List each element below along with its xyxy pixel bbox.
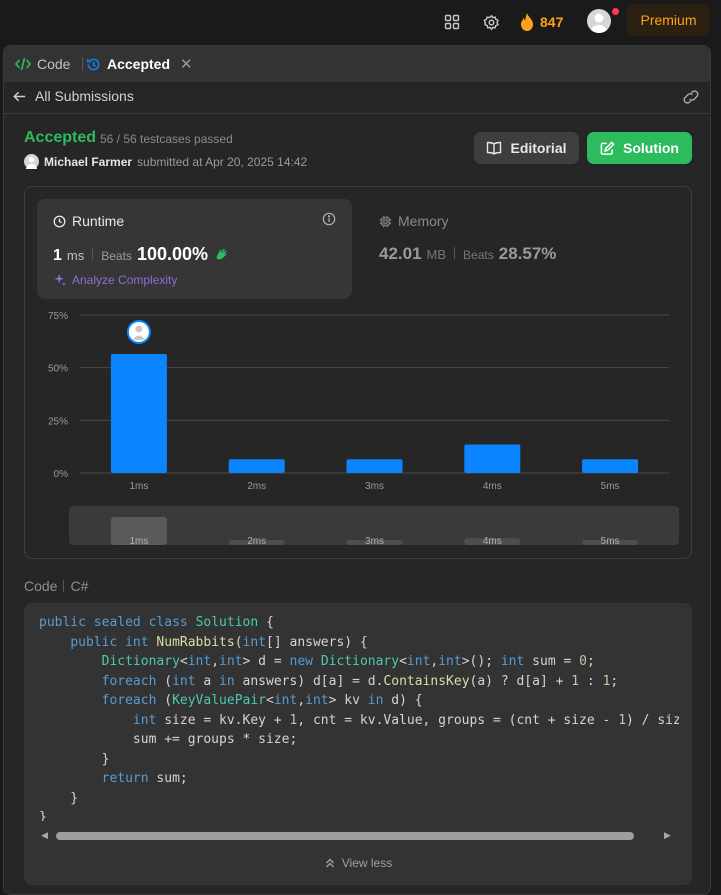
code-content[interactable]: public sealed class Solution { public in… [24,603,679,821]
chart-bar [110,353,167,473]
overview-label: 2ms [247,536,266,547]
x-tick-label: 2ms [247,481,266,492]
tab-code[interactable]: Code [15,46,70,82]
code-viewer: public sealed class Solution { public in… [24,603,692,885]
scrollbar-thumb[interactable] [56,832,634,840]
solution-label: Solution [623,140,679,156]
tab-bar: Code Accepted ✕ [4,46,710,82]
scroll-left-arrow-icon[interactable]: ◀ [41,830,48,841]
tab-accepted-label: Accepted [107,56,171,72]
analyze-complexity-label: Analyze Complexity [72,273,178,287]
editorial-label: Editorial [510,140,567,156]
streak-counter[interactable]: 847 [520,10,563,34]
history-icon [87,58,100,70]
x-tick-label: 3ms [365,481,384,492]
x-tick-label: 5ms [601,481,620,492]
scroll-right-arrow-icon[interactable]: ▶ [664,830,671,841]
code-header-label: Code [24,578,58,594]
divider [92,248,94,260]
runtime-value-row: 1 ms Beats 100.00% [53,244,229,265]
runtime-beats-value: 100.00% [136,244,208,264]
tab-divider [82,57,83,71]
overview-label: 5ms [601,536,620,547]
view-less-button[interactable]: View less [24,856,692,870]
submission-subbar: All Submissions [4,82,710,114]
code-header: Code C# [24,578,88,594]
chart-bar [582,459,639,473]
analyze-complexity-link[interactable]: Analyze Complexity [53,273,177,287]
fire-icon [521,13,533,31]
memory-title-label: Memory [398,213,449,229]
chart-bar [228,459,285,473]
view-less-label: View less [341,856,393,870]
edit-icon [600,140,615,155]
user-avatar[interactable] [587,9,611,33]
horizontal-scrollbar[interactable] [52,831,660,841]
streak-count: 847 [540,14,564,30]
overview-label: 4ms [483,536,502,547]
close-icon[interactable]: ✕ [180,55,193,73]
user-marker-head [135,325,143,333]
sparkle-icon [54,273,67,287]
top-nav: 847 Premium [0,0,721,44]
gear-icon[interactable] [480,11,502,33]
runtime-distribution-chart: 0% 25% 50% 75% 1ms 1ms 2ms 2ms 3ms 3ms 4ms 4ms 5ms 5m… [48,311,679,547]
memory-beats-value: 28.57% [498,244,557,263]
all-submissions-link[interactable]: All Submissions [12,88,134,104]
runtime-title-label: Runtime [72,213,125,229]
link-icon[interactable] [682,89,700,110]
memory-value-row: 42.01 MB Beats 28.57% [379,244,556,264]
y-tick-label: 0% [54,469,69,480]
code-language: C# [70,578,89,594]
y-tick-label: 75% [48,311,68,322]
memory-title[interactable]: Memory [379,213,449,229]
overview-label: 1ms [129,536,148,547]
stats-card: Runtime 1 ms Beats 100.00% Analyze Compl… [24,186,692,559]
submitter-name[interactable]: Michael Farmer [44,155,132,169]
y-tick-label: 25% [48,416,68,427]
code-icon [15,57,31,71]
info-icon[interactable] [322,212,336,231]
testcases-passed: 56 / 56 testcases passed [100,132,233,146]
chevrons-up-icon [325,858,334,868]
chart-bar [464,444,521,473]
submitter-avatar[interactable] [24,154,39,169]
book-open-icon [487,141,502,155]
solution-button[interactable]: Solution [587,132,692,164]
arrow-left-icon [13,91,26,101]
editorial-button[interactable]: Editorial [474,132,579,164]
submitted-at: submitted at Apr 20, 2025 14:42 [137,154,308,169]
divider [63,580,65,592]
chart-bar [346,459,403,473]
runtime-card[interactable]: Runtime 1 ms Beats 100.00% Analyze Compl… [37,199,352,299]
overview-label: 3ms [365,536,384,547]
tab-code-label: Code [37,56,71,72]
submission-panel: Code Accepted ✕ All Submissions Accepted… [3,45,711,895]
all-submissions-label: All Submissions [35,88,134,104]
runtime-unit: ms [66,248,85,263]
y-tick-label: 50% [48,364,68,375]
layout-grid-icon[interactable] [441,11,463,33]
runtime-beats-label: Beats [101,249,132,263]
memory-value: 42.01 [379,244,422,263]
x-tick-label: 4ms [483,481,502,492]
runtime-value: 1 [53,247,62,264]
memory-beats-label: Beats [463,248,494,262]
runtime-title: Runtime [53,213,124,229]
chip-icon [379,215,392,227]
divider [454,247,456,259]
premium-button[interactable]: Premium [627,4,710,36]
clock-icon [53,215,66,227]
x-tick-label: 1ms [129,481,148,492]
submission-status: Accepted [24,129,97,146]
tab-accepted[interactable]: Accepted ✕ [86,46,193,82]
clap-icon [216,248,227,259]
submitter-info: Michael Farmer submitted at Apr 20, 2025… [24,154,307,169]
memory-unit: MB [426,247,447,262]
notification-dot [612,8,619,15]
source-code: public sealed class Solution { public in… [39,615,679,821]
